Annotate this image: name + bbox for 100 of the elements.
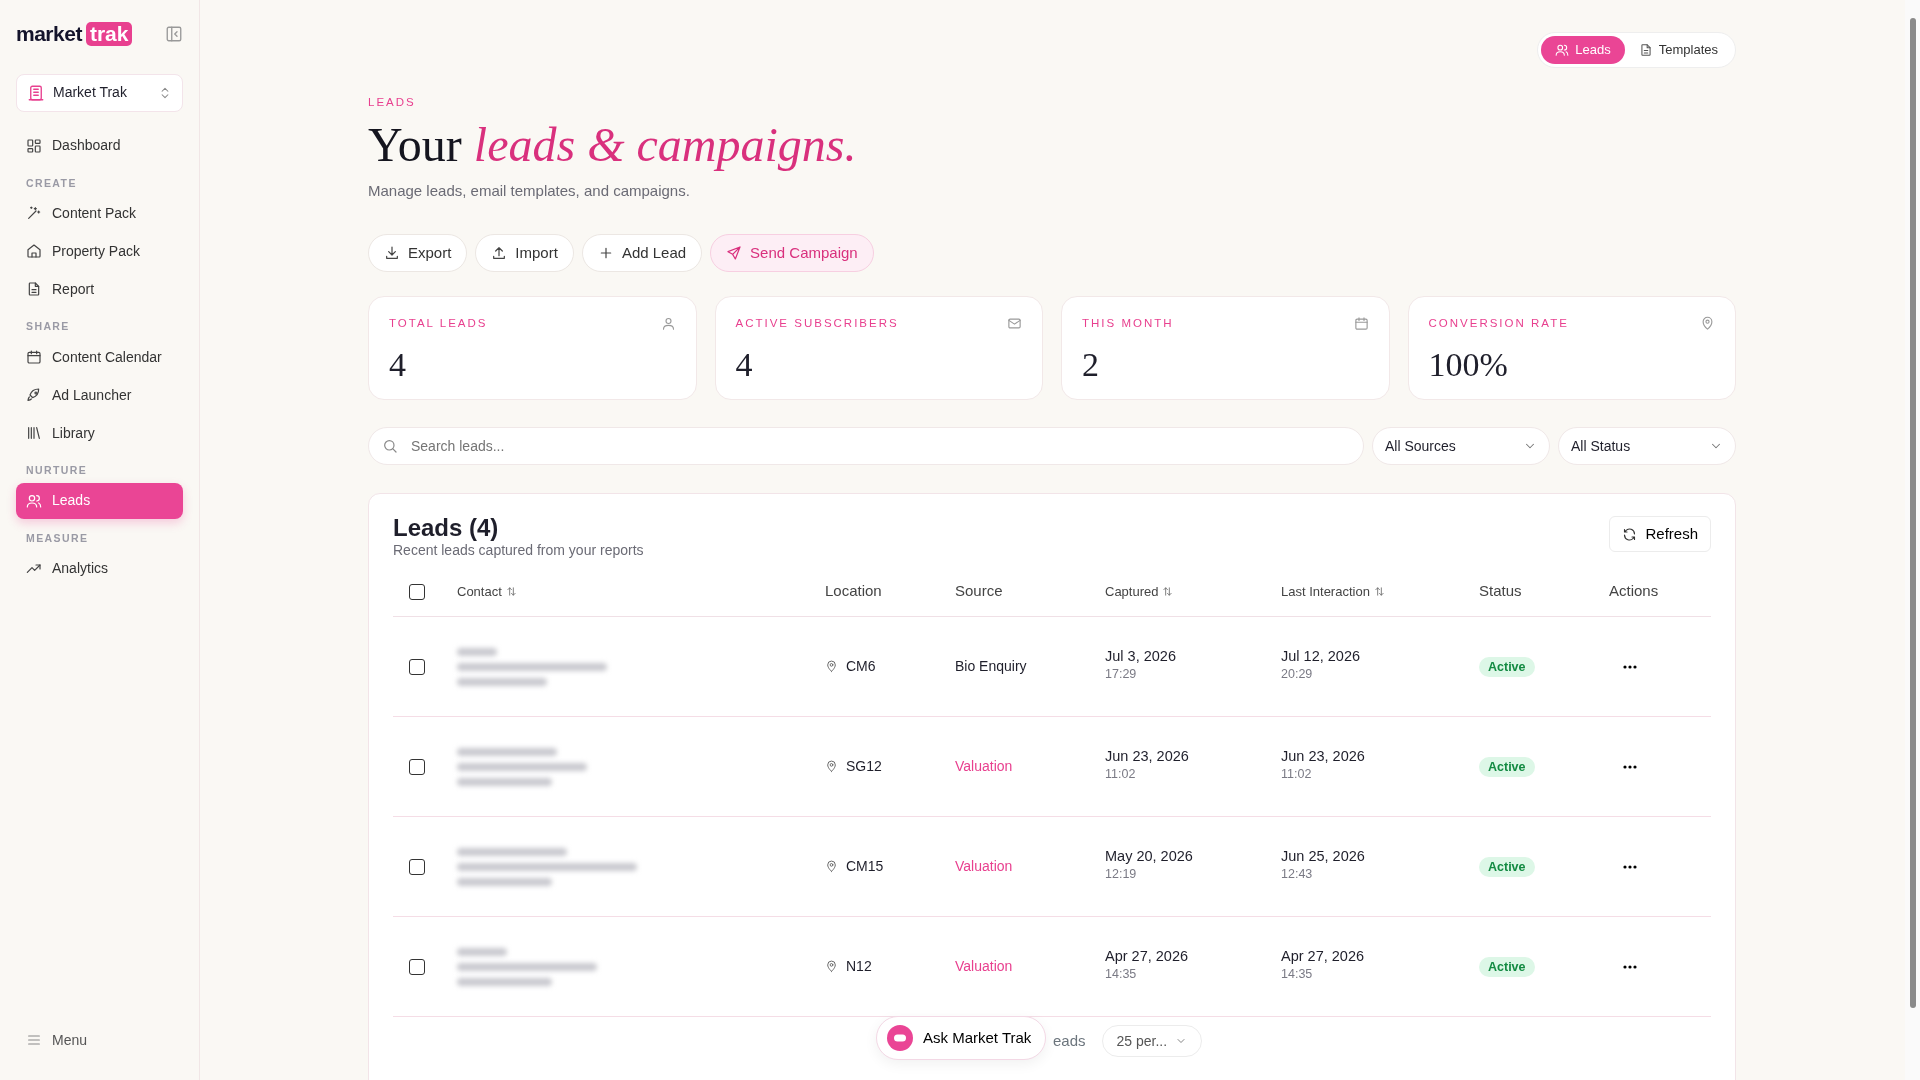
captured-time: 14:35	[1105, 966, 1138, 984]
status-filter[interactable]: All Status	[1558, 427, 1736, 466]
last-interaction-date: Jun 23, 2026	[1281, 749, 1366, 766]
stat-label: THIS MONTH	[1082, 316, 1174, 332]
location-text: N12	[846, 957, 872, 977]
more-actions-button[interactable]	[1623, 864, 1637, 869]
action-button[interactable]: Import	[475, 234, 574, 273]
column-header[interactable]: Captured	[1105, 581, 1281, 602]
location-pin-icon	[1700, 316, 1715, 332]
source-text: Valuation	[955, 857, 1014, 877]
grid-icon	[26, 137, 42, 154]
last-interaction-date: Jun 25, 2026	[1281, 849, 1366, 866]
search-field[interactable]: Search leads...	[368, 427, 1364, 466]
page-eyebrow: LEADS	[368, 94, 417, 110]
status-badge: Active	[1479, 957, 1535, 978]
stat-value: 4	[735, 348, 754, 383]
envelope-icon	[1007, 316, 1022, 332]
location-pin-icon	[825, 760, 838, 774]
last-interaction-date: Jul 12, 2026	[1281, 649, 1361, 666]
location-pin-icon	[825, 660, 838, 674]
sort-arrows-icon	[505, 586, 517, 598]
more-actions-button[interactable]	[1623, 664, 1637, 669]
captured-date: Apr 27, 2026	[1105, 949, 1190, 966]
pagination-text: eads	[1053, 1030, 1086, 1051]
row-checkbox[interactable]	[409, 658, 425, 675]
menu-button[interactable]: Menu	[16, 1022, 184, 1058]
source-filter[interactable]: All Sources	[1372, 427, 1550, 466]
action-button[interactable]: Send Campaign	[710, 234, 874, 273]
nav-item[interactable]: Content Pack	[16, 195, 183, 232]
row-checkbox[interactable]	[409, 758, 425, 775]
more-icon	[1623, 764, 1637, 769]
stat-label: ACTIVE SUBSCRIBERS	[735, 316, 899, 332]
books-icon	[26, 425, 42, 441]
download-icon	[384, 245, 400, 262]
view-tab[interactable]: Leads	[1541, 36, 1625, 64]
stat-value: 100%	[1428, 348, 1509, 383]
people-icon	[26, 492, 42, 509]
sidebar-toggle-icon	[165, 24, 183, 43]
nav-item[interactable]: Analytics	[16, 550, 183, 587]
send-icon	[726, 245, 743, 262]
nav-item[interactable]: Dashboard	[16, 127, 183, 164]
captured-time: 17:29	[1105, 666, 1138, 684]
source-text: Valuation	[955, 957, 1014, 977]
captured-date: Jul 3, 2026	[1105, 649, 1177, 666]
nav-item[interactable]: Ad Launcher	[16, 377, 183, 413]
logo-wordmark: market	[16, 21, 82, 47]
more-actions-button[interactable]	[1623, 764, 1637, 769]
refresh-button[interactable]: Refresh	[1609, 516, 1711, 553]
column-header: Location	[825, 581, 883, 602]
nav-item[interactable]: Leads	[16, 482, 183, 519]
logo-badge: trak	[85, 21, 133, 46]
row-checkbox[interactable]	[409, 958, 425, 975]
section-heading: CREATE	[26, 175, 78, 191]
section-heading: NURTURE	[26, 463, 89, 478]
search-icon	[382, 438, 398, 455]
document-icon	[1638, 42, 1653, 57]
page-title: Your leads & campaigns.	[368, 118, 858, 172]
rocket-icon	[26, 387, 42, 403]
house-icon	[26, 243, 42, 260]
document-icon	[26, 281, 42, 298]
workspace-selector[interactable]: Market Trak	[16, 73, 183, 112]
location-text: CM6	[846, 657, 876, 677]
status-badge: Active	[1479, 657, 1535, 678]
more-icon	[1623, 864, 1637, 869]
table-subtitle: Recent leads captured from your reports	[393, 541, 644, 561]
nav-item[interactable]: Content Calendar	[16, 339, 183, 375]
column-header[interactable]: Last Interaction	[1281, 581, 1479, 602]
more-actions-button[interactable]	[1623, 964, 1637, 969]
nav-item[interactable]: Report	[16, 271, 183, 308]
last-interaction-time: 11:02	[1281, 766, 1313, 784]
action-button[interactable]: Export	[368, 234, 468, 273]
section-heading: MEASURE	[26, 530, 90, 546]
action-button[interactable]: Add Lead	[581, 234, 703, 273]
view-tab[interactable]: Templates	[1624, 36, 1732, 64]
last-interaction-time: 12:43	[1281, 866, 1314, 884]
nav-item[interactable]: Property Pack	[16, 233, 183, 270]
stat-value: 4	[389, 348, 407, 383]
column-header: Actions	[1609, 581, 1660, 602]
last-interaction-time: 14:35	[1281, 966, 1314, 984]
sort-arrows-icon	[1162, 586, 1174, 598]
nav-item[interactable]: Library	[16, 415, 183, 451]
row-checkbox[interactable]	[409, 858, 425, 875]
menu-icon	[26, 1032, 42, 1048]
last-interaction-time: 20:29	[1281, 666, 1314, 684]
source-text: Bio Enquiry	[955, 657, 1028, 677]
refresh-icon	[1622, 526, 1638, 542]
select-all-checkbox[interactable]	[409, 583, 425, 600]
location-text: SG12	[846, 757, 882, 777]
status-badge: Active	[1479, 757, 1535, 778]
captured-time: 12:19	[1105, 866, 1138, 884]
person-icon	[660, 316, 676, 332]
sort-arrows-icon	[1373, 586, 1385, 598]
location-pin-icon	[825, 960, 838, 974]
scrollbar[interactable]	[1905, 0, 1920, 1080]
location-pin-icon	[825, 860, 838, 874]
sidebar-toggle-button[interactable]	[165, 24, 183, 43]
column-header[interactable]: Contact	[457, 581, 825, 602]
column-header: Source	[955, 581, 1004, 602]
assistant-button[interactable]: Ask Market Trak	[876, 1016, 1047, 1060]
table-title: Leads (4)	[393, 516, 500, 541]
